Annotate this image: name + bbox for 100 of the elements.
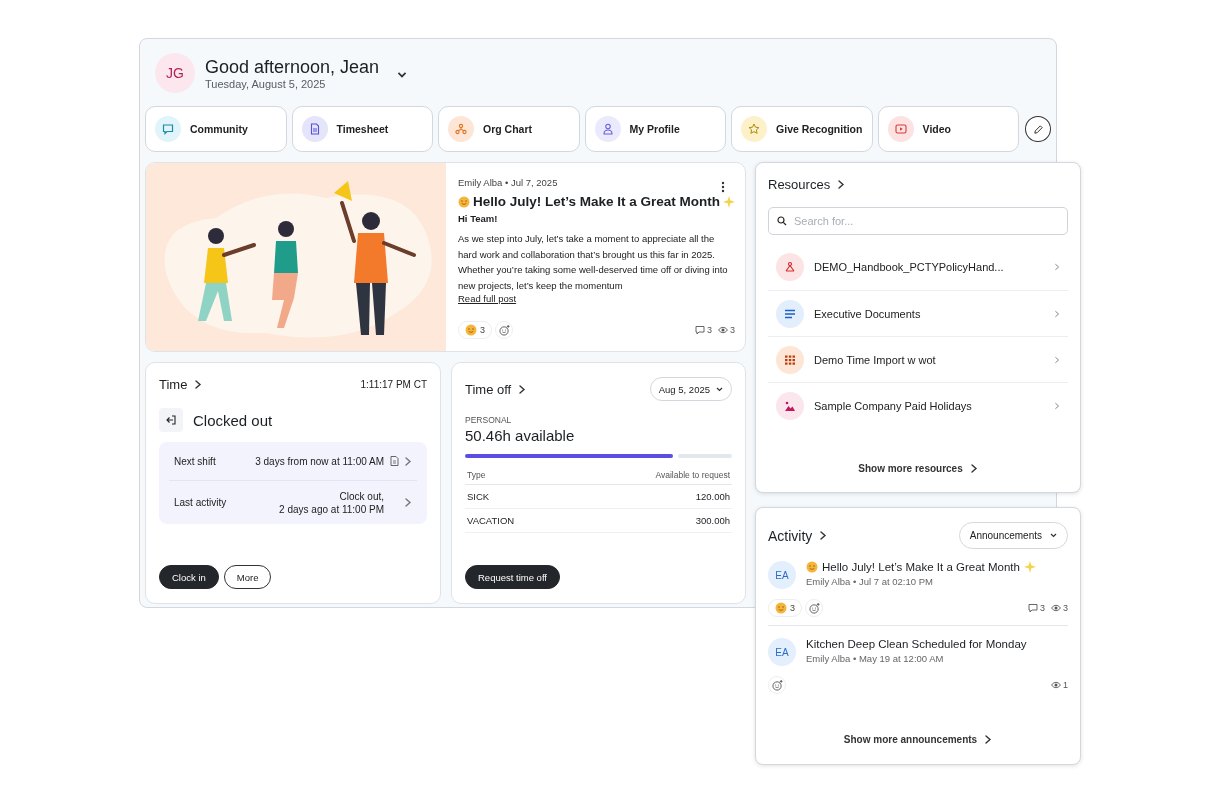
comment-icon	[1027, 603, 1038, 613]
comment-icon	[695, 325, 706, 335]
comment-count: 3	[1039, 603, 1045, 613]
resource-name: DEMO_Handbook_PCTYPolicyHand...	[814, 261, 1005, 273]
column-header: Type	[465, 464, 571, 485]
chevron-icon	[838, 180, 846, 189]
announcement-meta: Emily Alba • May 19 at 12:00 AM	[806, 653, 945, 664]
greeting-title: Good afternoon, Jean	[205, 55, 380, 78]
resource-item[interactable]: Sample Company Paid Holidays	[768, 382, 1068, 428]
row-label: Next shift	[174, 455, 217, 467]
shift-row[interactable]: Next shift 3 days from now at 11:00 AM	[169, 442, 417, 480]
lines-icon	[784, 307, 796, 320]
post-meta: Emily Alba • Jul 7, 2025	[458, 177, 558, 188]
available-hours: 50.46h available	[465, 427, 576, 444]
clock-out-icon	[159, 408, 183, 432]
shift-row[interactable]: Last activity Clock out, 2 days ago at 11:00 PM	[169, 480, 417, 524]
reaction-chip[interactable]: 3	[768, 599, 802, 617]
category-label: PERSONAL	[465, 415, 513, 425]
add-reaction-button[interactable]	[768, 676, 786, 694]
read-full-post-link[interactable]: Read full post	[458, 293, 517, 304]
reaction-chip[interactable]: 3	[458, 321, 492, 339]
chevron-icon	[985, 735, 993, 744]
smiley-icon	[465, 324, 477, 336]
star-icon	[748, 123, 761, 135]
chevron-icon	[1055, 309, 1060, 318]
shortcut-button[interactable]: Community	[145, 106, 287, 152]
clock-time: 1:11:17 PM CT	[360, 379, 427, 390]
time-off-title-link[interactable]: Time off	[465, 381, 527, 397]
document-icon	[390, 456, 399, 466]
caret-icon	[716, 386, 723, 392]
table-cell: 120.00h	[570, 484, 732, 509]
post-greeting: Hi Team!	[458, 213, 499, 224]
shortcut-button[interactable]: Org Chart	[438, 106, 580, 152]
shortcut-button[interactable]: Give Recognition	[731, 106, 873, 152]
chat-bubble-icon	[162, 123, 174, 135]
resources-title-link[interactable]: Resources	[768, 177, 846, 192]
post-title: Hello July! Let’s Make It a Great Month	[473, 194, 721, 209]
eye-icon	[718, 325, 729, 335]
show-more-resources-link[interactable]: Show more resources	[858, 463, 978, 474]
more-options-icon	[721, 181, 726, 193]
chevron-icon	[1055, 355, 1060, 364]
chevron-icon	[820, 531, 828, 540]
author-avatar: EA	[768, 638, 796, 666]
smiley-icon	[775, 602, 787, 614]
pencil-icon	[1032, 123, 1044, 135]
clock-status: Clocked out	[193, 411, 273, 429]
sparkle-icon	[1023, 561, 1036, 573]
play-icon	[894, 123, 907, 135]
row-value: 3 days from now at 11:00 AM	[255, 454, 384, 468]
request-time-off-button[interactable]: Request time off	[465, 565, 560, 589]
view-count: 3	[1063, 603, 1068, 613]
image-icon	[784, 399, 796, 412]
announcement-meta: Emily Alba • Jul 7 at 02:10 PM	[806, 576, 934, 587]
resource-name: Sample Company Paid Holidays	[814, 399, 973, 412]
add-reaction-button[interactable]	[495, 321, 513, 339]
user-avatar: JG	[155, 52, 195, 93]
filter-dropdown[interactable]: Announcements	[958, 522, 1068, 549]
chevron-icon	[970, 464, 978, 473]
org-chart-icon	[455, 123, 468, 135]
chevron-icon	[195, 380, 203, 389]
date-dropdown[interactable]: Aug 5, 2025	[649, 377, 732, 401]
caret-icon	[1050, 533, 1057, 538]
announcement-title: Hello July! Let’s Make It a Great Month	[822, 561, 1020, 573]
view-count: 1	[1063, 680, 1068, 690]
resource-item[interactable]: Executive Documents	[768, 290, 1068, 336]
chevron-icon	[405, 498, 412, 507]
view-count: 3	[730, 325, 736, 335]
table-cell: SICK	[465, 484, 571, 509]
chevron-icon	[519, 384, 527, 394]
time-title-link[interactable]: Time	[159, 377, 203, 392]
activity-title-link[interactable]: Activity	[768, 527, 828, 544]
sparkle-icon	[723, 195, 736, 208]
row-label: Last activity	[174, 497, 228, 508]
document-symbol-icon	[784, 261, 796, 273]
person-icon	[601, 123, 614, 135]
grid-icon	[784, 353, 796, 366]
resource-item[interactable]: Demo Time Import w wot	[768, 336, 1068, 382]
resource-name: Executive Documents	[814, 307, 922, 320]
chevron-icon	[405, 456, 412, 466]
chevron-icon	[1055, 401, 1060, 410]
shortcut-button[interactable]: Video	[877, 106, 1020, 152]
shortcut-button[interactable]: Timesheet	[291, 106, 434, 152]
chevron-icon	[1055, 263, 1060, 271]
resource-name: Demo Time Import w wot	[814, 353, 937, 366]
search-field[interactable]: Search for...	[768, 207, 1068, 235]
add-reaction-button[interactable]	[805, 599, 823, 617]
resource-item[interactable]: DEMO_Handbook_PCTYPolicyHand...	[768, 244, 1068, 290]
row-value: Clock out, 2 days ago at 11:00 PM	[279, 489, 384, 516]
more-button[interactable]: More	[223, 565, 272, 589]
post-body: As we step into July, let’s take a moment to appreciate all the hard work and collaboration that’s brought us this far in 2025. Whether you’re taking some well-deserved time off or diving into new projects, let’s keep the momentum	[458, 232, 729, 293]
comment-count: 3	[707, 325, 713, 335]
table-cell: VACATION	[465, 508, 571, 533]
table-cell: 300.00h	[570, 508, 732, 533]
shortcut-button[interactable]: My Profile	[584, 106, 727, 152]
date-text: Tuesday, August 5, 2025	[205, 77, 327, 90]
document-icon	[308, 123, 321, 135]
author-avatar: EA	[768, 561, 796, 589]
edit-button[interactable]	[1025, 116, 1051, 142]
clock-in-button[interactable]: Clock in	[159, 565, 219, 589]
show-more-announcements-link[interactable]: Show more announcements	[843, 734, 993, 745]
